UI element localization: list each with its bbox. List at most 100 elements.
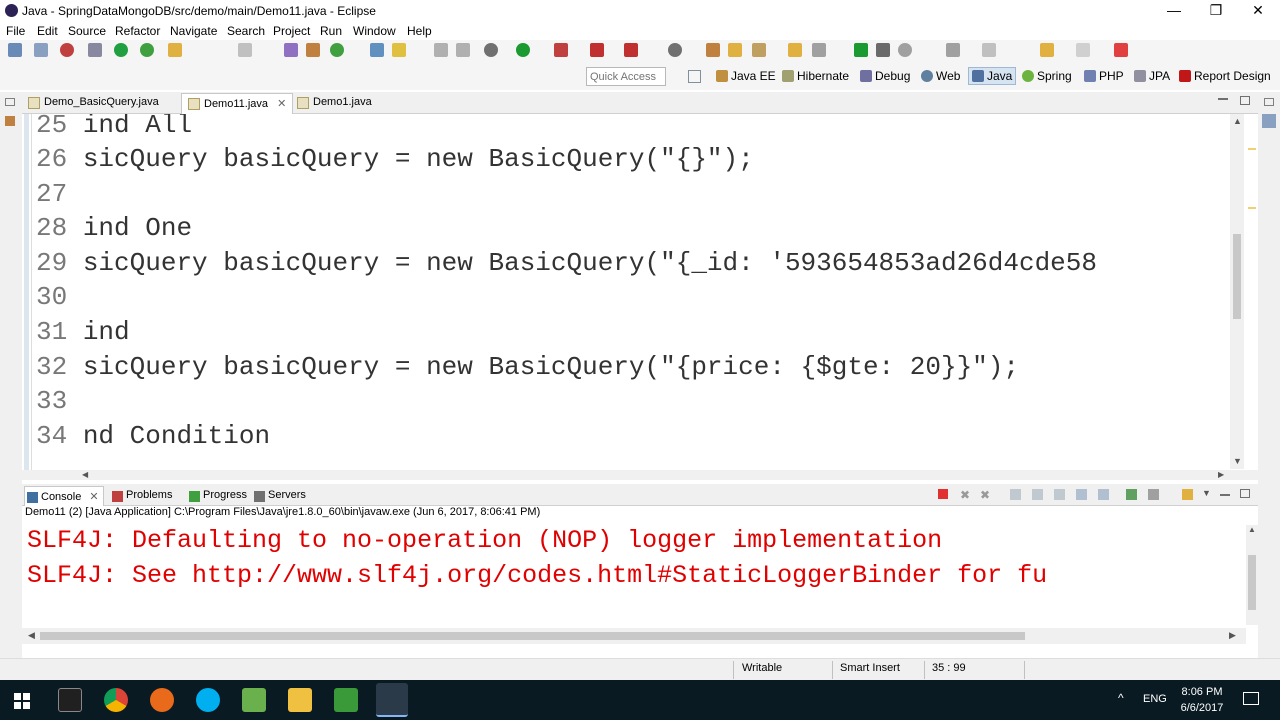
skip-breakpoints-icon[interactable] <box>114 43 128 57</box>
scroll-up-icon[interactable]: ▲ <box>1248 525 1256 534</box>
perspective-spring[interactable]: Spring <box>1022 69 1072 83</box>
display-console-icon[interactable] <box>1148 489 1159 500</box>
console-output[interactable]: SLF4J: Defaulting to no-operation (NOP) … <box>22 522 1246 630</box>
terminal-icon[interactable] <box>58 688 82 712</box>
ant-icon[interactable] <box>624 43 638 57</box>
scroll-right-icon[interactable]: ▶ <box>1229 630 1236 641</box>
view-menu-icon[interactable]: ▼ <box>1202 488 1211 498</box>
forward-icon[interactable] <box>1076 43 1090 57</box>
remove-launch-icon[interactable]: ✖ <box>960 488 970 502</box>
perspective-debug[interactable]: Debug <box>860 69 910 83</box>
external-tools-icon[interactable] <box>590 43 604 57</box>
tab-demo1[interactable]: Demo1.java <box>291 93 378 114</box>
start-windows-icon[interactable] <box>14 693 30 709</box>
input-language[interactable]: ENG <box>1143 693 1167 705</box>
chrome-icon[interactable] <box>104 688 128 712</box>
run-icon[interactable] <box>516 43 530 57</box>
perspective-report-design[interactable]: Report Design <box>1179 69 1271 83</box>
minimize-button[interactable]: — <box>1152 0 1196 22</box>
mark-occurrences-icon[interactable] <box>370 43 384 57</box>
perspective-php[interactable]: PHP <box>1084 69 1124 83</box>
tab-demo11[interactable]: Demo11.java ✕ <box>181 93 294 114</box>
paragraph-icon[interactable] <box>456 43 470 57</box>
menu-edit[interactable]: Edit <box>37 24 58 38</box>
editor-scroll-thumb[interactable] <box>1233 234 1241 319</box>
menu-source[interactable]: Source <box>68 24 106 38</box>
console-vertical-scrollbar[interactable]: ▲ <box>1246 525 1258 625</box>
web-browser-icon[interactable] <box>706 43 720 57</box>
maximize-editor-icon[interactable] <box>1240 96 1250 105</box>
menu-project[interactable]: Project <box>273 24 310 38</box>
play-icon[interactable] <box>854 43 868 57</box>
restore-view-icon[interactable] <box>5 98 15 106</box>
word-wrap-icon[interactable] <box>1054 489 1065 500</box>
debug-icon[interactable] <box>60 43 74 57</box>
pin-console-icon[interactable] <box>1126 489 1137 500</box>
scroll-right-icon[interactable]: ▶ <box>1218 470 1224 479</box>
show-whitespace-icon[interactable] <box>434 43 448 57</box>
perspective-java[interactable]: Java <box>968 67 1017 85</box>
scroll-left-icon[interactable]: ◀ <box>28 630 35 641</box>
clear-console-icon[interactable] <box>1010 489 1021 500</box>
close-console-icon[interactable]: ✕ <box>89 491 98 503</box>
tab-progress[interactable]: Progress <box>187 486 251 506</box>
restore-outline-icon[interactable] <box>1264 98 1274 106</box>
file-explorer-icon[interactable] <box>288 688 312 712</box>
task-icon[interactable] <box>306 43 320 57</box>
stop-icon[interactable] <box>898 43 912 57</box>
pin-icon[interactable] <box>1114 43 1128 57</box>
run-history-icon[interactable] <box>330 43 344 57</box>
pen-icon[interactable] <box>752 43 766 57</box>
tab-servers[interactable]: Servers <box>252 486 310 506</box>
search-icon[interactable] <box>668 43 682 57</box>
tray-clock[interactable]: 8:06 PM 6/6/2017 <box>1176 684 1228 716</box>
scroll-down-icon[interactable]: ▼ <box>1233 456 1242 466</box>
maximize-console-icon[interactable] <box>1240 489 1250 498</box>
perspective-web[interactable]: Web <box>921 69 960 83</box>
menu-file[interactable]: File <box>6 24 25 38</box>
step-icon[interactable] <box>876 43 890 57</box>
minimize-editor-icon[interactable] <box>1218 98 1228 100</box>
build-icon[interactable] <box>88 43 102 57</box>
highlight-icon[interactable] <box>392 43 406 57</box>
scroll-left-icon[interactable]: ◀ <box>82 470 88 479</box>
terminate-icon[interactable] <box>938 489 948 499</box>
console-horizontal-scrollbar[interactable]: ◀ ▶ <box>22 628 1246 644</box>
firefox-icon[interactable] <box>150 688 174 712</box>
server-icon[interactable] <box>140 43 154 57</box>
close-button[interactable]: ✕ <box>1236 0 1280 22</box>
editor-vertical-scrollbar[interactable]: ▲ ▼ <box>1230 114 1244 469</box>
warning-marker[interactable] <box>1248 148 1256 150</box>
menu-refactor[interactable]: Refactor <box>115 24 160 38</box>
debug-run-icon[interactable] <box>484 43 498 57</box>
console-scroll-thumb[interactable] <box>1248 555 1256 610</box>
scroll-lock-icon[interactable] <box>1032 489 1043 500</box>
prev-annotation-icon[interactable] <box>946 43 960 57</box>
tab-problems[interactable]: Problems <box>110 486 176 506</box>
new-project-icon[interactable] <box>168 43 182 57</box>
warning-marker[interactable] <box>1248 207 1256 209</box>
open-console-icon[interactable] <box>1182 489 1193 500</box>
page-icon[interactable] <box>812 43 826 57</box>
menu-navigate[interactable]: Navigate <box>170 24 217 38</box>
new-icon[interactable] <box>8 43 22 57</box>
show-on-output-icon[interactable] <box>1076 489 1087 500</box>
save-icon[interactable] <box>34 43 48 57</box>
perspective-jpa[interactable]: JPA <box>1134 69 1170 83</box>
folder-icon[interactable] <box>728 43 742 57</box>
copy-icon[interactable] <box>238 43 252 57</box>
menu-run[interactable]: Run <box>320 24 342 38</box>
console-hscroll-thumb[interactable] <box>40 632 1025 640</box>
package-explorer-icon[interactable] <box>5 116 15 126</box>
open-folder-icon[interactable] <box>788 43 802 57</box>
restore-button[interactable]: ❐ <box>1194 0 1238 22</box>
notifications-icon[interactable] <box>1243 692 1259 705</box>
notepad-icon[interactable] <box>242 688 266 712</box>
scroll-up-icon[interactable]: ▲ <box>1233 116 1242 126</box>
back-icon[interactable] <box>1040 43 1054 57</box>
menu-help[interactable]: Help <box>407 24 432 38</box>
menu-search[interactable]: Search <box>227 24 265 38</box>
tab-demo-basicquery[interactable]: Demo_BasicQuery.java <box>22 93 165 114</box>
open-perspective-icon[interactable] <box>688 70 701 83</box>
remove-all-icon[interactable]: ✖ <box>980 488 990 502</box>
